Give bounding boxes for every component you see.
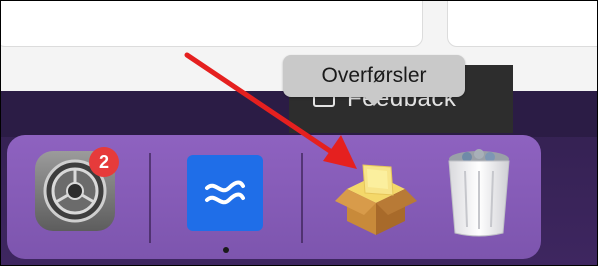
screenshot-frame: Feedback Overførsler 2	[0, 0, 598, 266]
annotation-arrow	[184, 52, 357, 169]
